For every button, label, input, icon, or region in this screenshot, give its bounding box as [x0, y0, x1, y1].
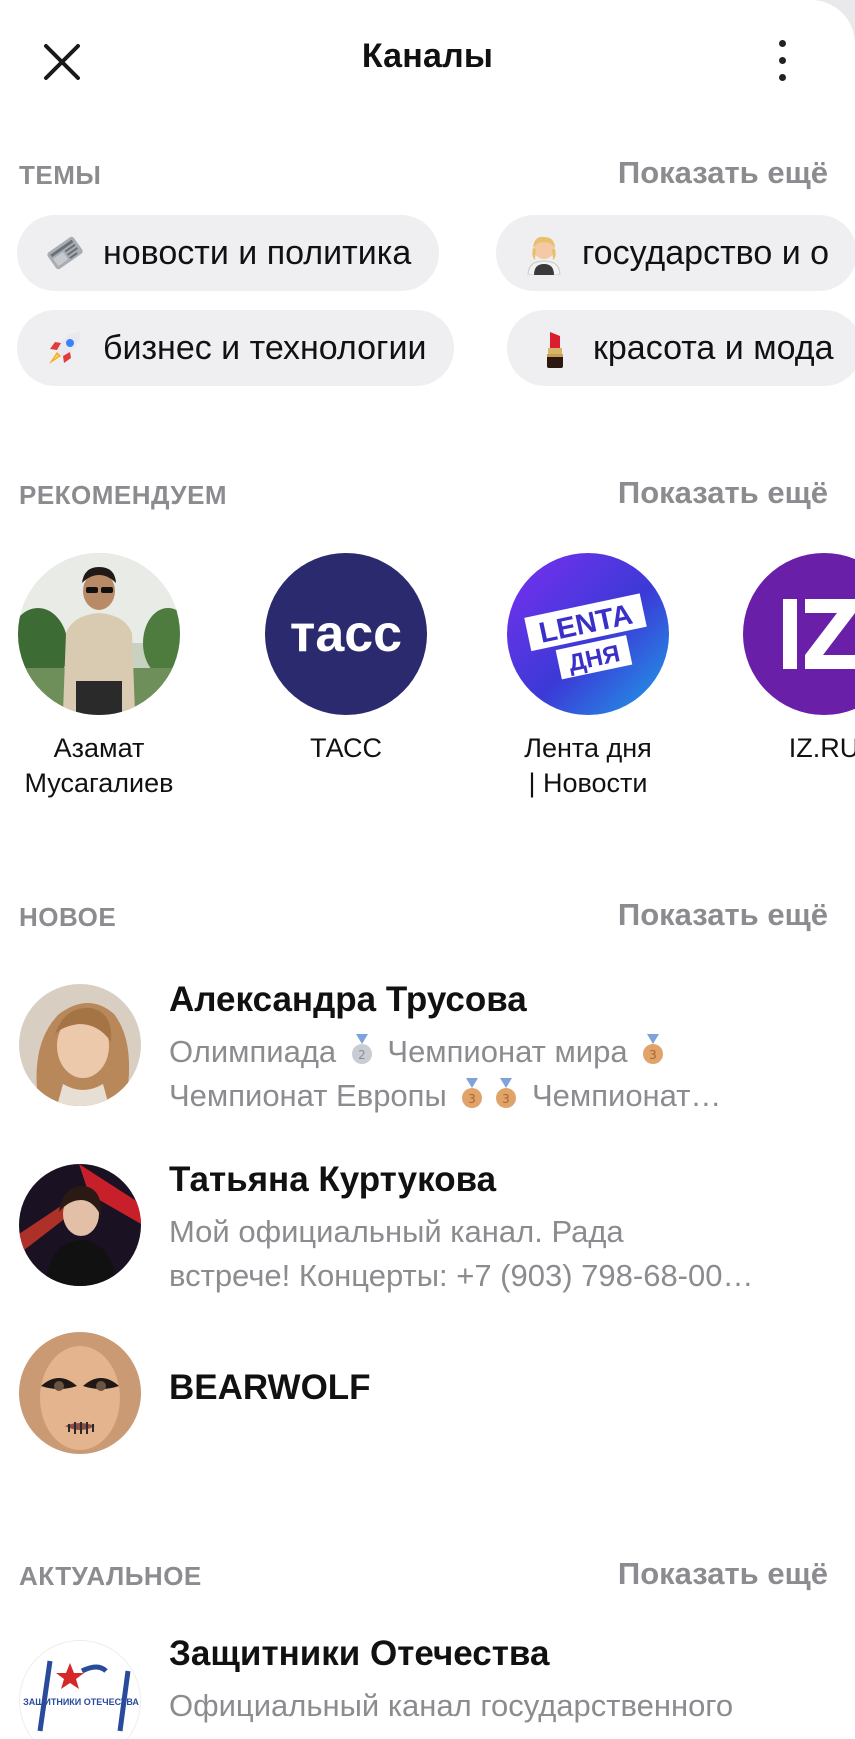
actual-show-more-link[interactable]: Показать ещё: [618, 1556, 828, 1592]
svg-text:3: 3: [503, 1092, 511, 1106]
recommended-channel-izru[interactable]: IZ.RU: [724, 553, 855, 766]
svg-text:ЗАЩИТНИКИ ОТЕЧЕСТВА: ЗАЩИТНИКИ ОТЕЧЕСТВА: [23, 1697, 139, 1707]
top-bar: Каналы: [0, 0, 855, 115]
channel-name: Защитники Отечества: [169, 1634, 550, 1673]
section-title: АКТУАЛЬНОЕ: [19, 1561, 202, 1591]
channel-name: Лента дня | Новости: [524, 733, 652, 798]
topic-chip-beauty[interactable]: красота и мода: [507, 310, 855, 386]
channel-list-item-defenders[interactable]: ЗАЩИТНИКИ ОТЕЧЕСТВА Защитники Отечества …: [0, 1630, 855, 1739]
tass-logo: тасс: [290, 605, 402, 663]
more-vertical-icon: [779, 40, 786, 47]
recommended-channel-lenta[interactable]: LENTA ДНЯ Лента дня | Новости: [488, 553, 688, 801]
channel-list-item-bearwolf[interactable]: BEARWOLF: [0, 1330, 855, 1480]
topic-chip-business[interactable]: бизнес и технологии: [17, 310, 455, 386]
channel-name: Татьяна Куртукова: [169, 1160, 497, 1199]
section-title: ТЕМЫ: [19, 160, 102, 190]
channel-name: Александра Трусова: [169, 980, 527, 1019]
new-show-more-link[interactable]: Показать ещё: [618, 897, 828, 933]
topic-label: новости и политика: [103, 233, 412, 272]
recommended-section-header: РЕКОМЕНДУЕМ Показать ещё: [0, 472, 855, 512]
channel-avatar: [18, 553, 180, 715]
person-icon: [522, 231, 566, 276]
topic-chip-news[interactable]: новости и политика: [17, 215, 440, 291]
newspaper-icon: [43, 231, 87, 275]
channel-avatar: [19, 1164, 141, 1286]
recommended-channel-azamat[interactable]: Азамат Мусагалиев: [0, 553, 199, 801]
channel-list-item-trusova[interactable]: Александра Трусова Олимпиада 2 Чемпионат…: [0, 970, 855, 1120]
channel-avatar: [743, 553, 855, 715]
channel-avatar: [19, 1332, 141, 1454]
topics-section-header: ТЕМЫ Показать ещё: [0, 152, 855, 192]
channel-name: Азамат Мусагалиев: [24, 733, 174, 798]
channel-name: ТАСС: [309, 733, 382, 763]
section-title: НОВОЕ: [19, 902, 117, 932]
bronze-medal-icon: 3: [643, 1034, 664, 1064]
svg-text:3: 3: [649, 1048, 657, 1062]
channel-name: IZ.RU: [788, 733, 855, 763]
channel-avatar: тасс: [265, 553, 427, 715]
recommended-show-more-link[interactable]: Показать ещё: [618, 475, 828, 511]
channel-description: Официальный канал государственного: [169, 1688, 734, 1723]
channel-name: BEARWOLF: [169, 1368, 371, 1407]
topic-label: бизнес и технологии: [103, 328, 427, 367]
rocket-icon: [43, 326, 87, 370]
svg-text:2: 2: [358, 1048, 366, 1062]
channel-avatar: LENTA ДНЯ: [507, 553, 669, 715]
topics-show-more-link[interactable]: Показать ещё: [618, 155, 828, 191]
topic-label: красота и мода: [593, 328, 834, 367]
bronze-medal-icon: 3: [496, 1078, 517, 1108]
channel-description: Мой официальный канал. Рада встрече! Кон…: [169, 1214, 754, 1293]
svg-text:3: 3: [469, 1092, 477, 1106]
channel-avatar: [19, 984, 141, 1106]
page-title: Каналы: [361, 37, 494, 75]
section-title: РЕКОМЕНДУЕМ: [19, 480, 228, 510]
topic-label: государство и о: [582, 233, 830, 272]
more-options-button[interactable]: [758, 32, 808, 88]
channel-avatar: ЗАЩИТНИКИ ОТЕЧЕСТВА: [19, 1640, 141, 1739]
topic-chip-government[interactable]: государство и о: [496, 215, 855, 291]
lipstick-icon: [533, 326, 577, 370]
recommended-channel-tass[interactable]: тасс ТАСС: [246, 553, 446, 766]
channel-description: Олимпиада 2 Чемпионат мира 3 Чемпионат Е…: [169, 1034, 722, 1113]
silver-medal-icon: 2: [351, 1034, 372, 1064]
bronze-medal-icon: 3: [462, 1078, 483, 1108]
channels-screen: Каналы ТЕМЫ Показать ещё новости и полит…: [0, 0, 855, 1739]
channel-list-item-kurtukova[interactable]: Татьяна Куртукова Мой официальный канал.…: [0, 1150, 855, 1300]
new-section-header: НОВОЕ Показать ещё: [0, 894, 855, 934]
actual-section-header: АКТУАЛЬНОЕ Показать ещё: [0, 1553, 855, 1593]
